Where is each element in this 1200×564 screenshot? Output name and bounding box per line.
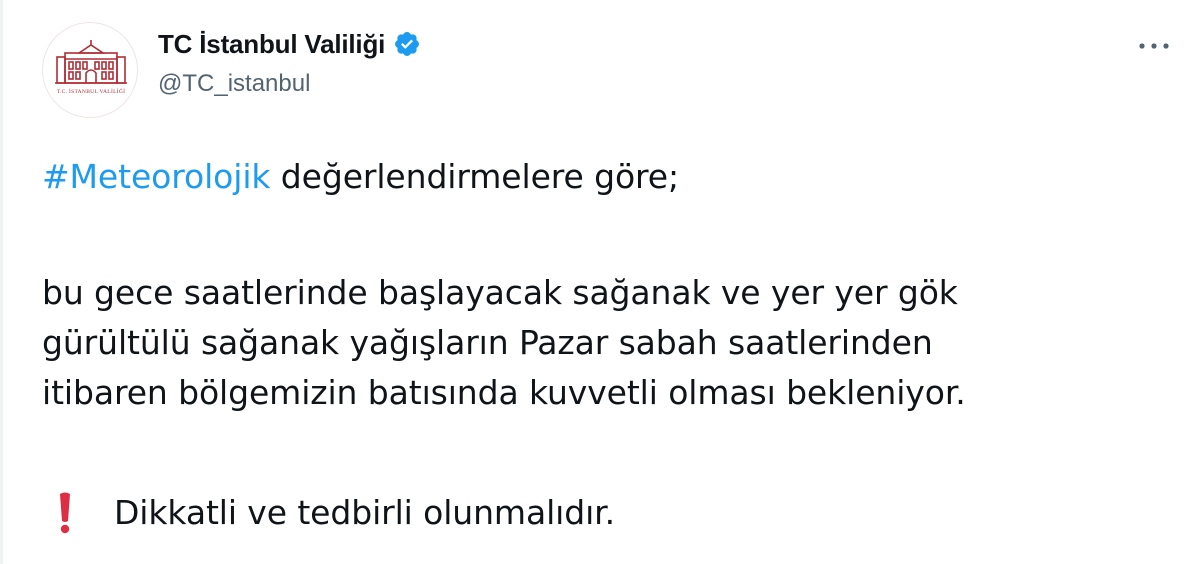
verified-badge-icon bbox=[393, 30, 421, 58]
intro-text: değerlendirmelere göre; bbox=[270, 157, 680, 196]
card-border bbox=[0, 0, 3, 564]
warning-line: Dikkatli ve tedbirli olunmalıdır. bbox=[42, 488, 615, 538]
red-exclamation-icon bbox=[50, 489, 80, 537]
governorship-building-logo-icon: T.C. İSTANBUL VALİLİĞİ bbox=[55, 40, 127, 95]
more-horizontal-icon bbox=[1139, 43, 1169, 49]
warning-text: Dikkatli ve tedbirli olunmalıdır. bbox=[114, 493, 615, 532]
tweet-intro-line: #Meteorolojik değerlendirmelere göre; bbox=[42, 152, 679, 202]
svg-text:T.C. İSTANBUL VALİLİĞİ: T.C. İSTANBUL VALİLİĞİ bbox=[57, 87, 126, 95]
body-line: gürültülü sağanak yağışların Pazar sabah… bbox=[42, 323, 933, 362]
author-handle[interactable]: @TC_istanbul bbox=[158, 70, 310, 98]
body-line: itibaren bölgemizin batısında kuvvetli o… bbox=[42, 373, 966, 412]
tweet-card: T.C. İSTANBUL VALİLİĞİ TC İstanbul Valil… bbox=[0, 0, 1200, 564]
body-line: bu gece saatlerinde başlayacak sağanak v… bbox=[42, 273, 958, 312]
more-options-button[interactable] bbox=[1132, 28, 1176, 64]
author-name-row: TC İstanbul Valiliği bbox=[158, 26, 421, 62]
hashtag-link[interactable]: #Meteorolojik bbox=[42, 157, 271, 196]
tweet-body-paragraph: bu gece saatlerinde başlayacak sağanak v… bbox=[42, 268, 966, 418]
author-display-name[interactable]: TC İstanbul Valiliği bbox=[158, 29, 385, 60]
avatar[interactable]: T.C. İSTANBUL VALİLİĞİ bbox=[42, 22, 138, 118]
